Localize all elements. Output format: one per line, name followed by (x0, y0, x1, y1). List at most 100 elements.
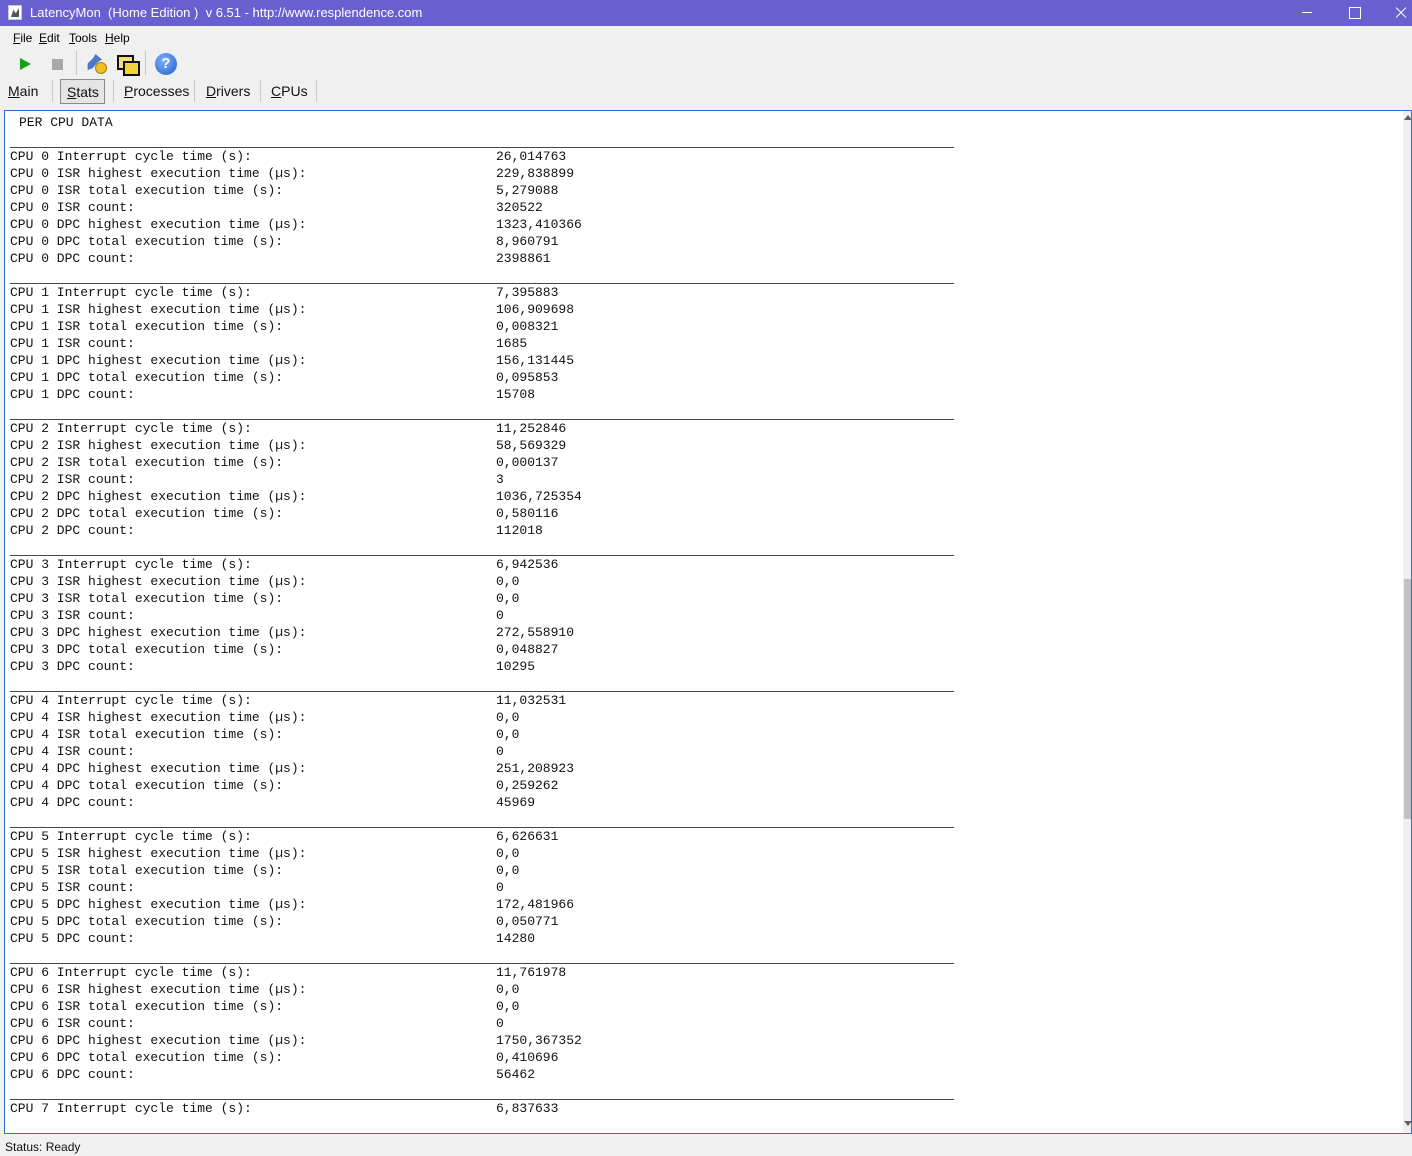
stat-value: 106,909698 (496, 302, 575, 317)
scroll-thumb[interactable] (1404, 579, 1411, 819)
tab-cpus[interactable]: CPUs (271, 79, 308, 104)
stat-label: CPU 0 ISR total execution time (s): (10, 183, 284, 198)
tab-bar: Main Stats Processes Drivers CPUs (0, 79, 1412, 106)
menu-tools[interactable]: Tools (69, 31, 97, 45)
menu-help[interactable]: Help (105, 31, 130, 45)
cpu-block: CPU 3 Interrupt cycle time (s): 6,942536 C… (10, 555, 954, 675)
status-bar: Status: Ready (0, 1137, 1412, 1156)
stop-icon[interactable] (44, 51, 70, 77)
tab-stats[interactable]: Stats (60, 79, 105, 104)
minimize-button[interactable] (1284, 0, 1330, 26)
stat-label: CPU 6 DPC total execution time (s): (10, 1050, 284, 1065)
stat-label: CPU 5 DPC total execution time (s): (10, 914, 284, 929)
stat-row: CPU 0 DPC highest execution time (µs): 13… (10, 216, 954, 233)
stat-value: 1685 (496, 336, 528, 351)
toolbar (0, 49, 1412, 79)
tab-separator (52, 80, 53, 102)
stat-row: CPU 3 Interrupt cycle time (s): 6,942536 (10, 556, 954, 573)
stat-value: 0,0 (496, 999, 520, 1014)
stat-row: CPU 2 ISR highest execution time (µs): 58… (10, 437, 954, 454)
maximize-button[interactable] (1331, 0, 1377, 26)
stat-row: CPU 4 Interrupt cycle time (s): 11,032531 (10, 692, 954, 709)
menu-edit[interactable]: Edit (39, 31, 60, 45)
stat-value: 7,395883 (496, 285, 559, 300)
stat-row: CPU 6 ISR total execution time (s): 0,0 (10, 998, 954, 1015)
stat-value: 0,0 (496, 727, 520, 742)
stat-row: CPU 1 Interrupt cycle time (s): 7,395883 (10, 284, 954, 301)
stat-label: CPU 1 DPC highest execution time (µs): (10, 353, 307, 368)
stat-label: CPU 0 DPC count: (10, 251, 135, 266)
stat-row: CPU 0 ISR highest execution time (µs): 22… (10, 165, 954, 182)
stat-label: CPU 4 Interrupt cycle time (s): (10, 693, 252, 708)
stat-row: CPU 5 DPC total execution time (s): 0,050… (10, 913, 954, 930)
stat-label: CPU 4 ISR count: (10, 744, 135, 759)
stat-value: 58,569329 (496, 438, 567, 453)
stat-value: 56462 (496, 1067, 536, 1082)
stat-value: 0 (496, 608, 504, 623)
tools-icon[interactable] (82, 51, 108, 77)
stat-value: 6,942536 (496, 557, 559, 572)
stat-label: CPU 3 DPC count: (10, 659, 135, 674)
stat-row: CPU 4 DPC total execution time (s): 0,259… (10, 777, 954, 794)
stat-value: 0,008321 (496, 319, 559, 334)
stat-label: CPU 3 ISR highest execution time (µs): (10, 574, 307, 589)
stat-value: 0,0 (496, 982, 520, 997)
stat-row: CPU 0 ISR total execution time (s): 5,279… (10, 182, 954, 199)
tab-main[interactable]: Main (8, 79, 38, 104)
play-icon[interactable] (12, 51, 38, 77)
stat-row: CPU 4 DPC highest execution time (µs): 25… (10, 760, 954, 777)
stat-value: 15708 (496, 387, 536, 402)
stat-label: CPU 0 Interrupt cycle time (s): (10, 149, 252, 164)
stat-row: CPU 4 ISR count: 0 (10, 743, 954, 760)
windows-icon[interactable] (114, 51, 140, 77)
stat-value: 8,960791 (496, 234, 559, 249)
report-heading: PER CPU DATA (19, 115, 113, 130)
stat-label: CPU 6 ISR highest execution time (µs): (10, 982, 307, 997)
stat-value: 0,048827 (496, 642, 559, 657)
stat-row: CPU 0 DPC count: 2398861 (10, 250, 954, 267)
vertical-scrollbar[interactable] (1403, 111, 1411, 1133)
stat-row: CPU 6 DPC total execution time (s): 0,410… (10, 1049, 954, 1066)
stat-row: CPU 7 Interrupt cycle time (s): 6,837633 (10, 1100, 954, 1117)
help-icon[interactable] (153, 51, 179, 77)
tab-processes[interactable]: Processes (124, 79, 189, 104)
stat-value: 0,0 (496, 574, 520, 589)
scroll-up-icon[interactable] (1404, 115, 1411, 120)
stat-row: CPU 5 DPC highest execution time (µs): 17… (10, 896, 954, 913)
stat-label: CPU 5 ISR total execution time (s): (10, 863, 284, 878)
stat-row: CPU 4 ISR highest execution time (µs): 0,… (10, 709, 954, 726)
stat-label: CPU 5 DPC count: (10, 931, 135, 946)
stat-row: CPU 2 Interrupt cycle time (s): 11,252846 (10, 420, 954, 437)
title-bar: LatencyMon (Home Edition ) v 6.51 - http… (0, 0, 1412, 26)
stats-report-panel[interactable]: PER CPU DATA CPU 0 Interrupt cycle time … (4, 110, 1412, 1134)
stat-value: 0,0 (496, 863, 520, 878)
stat-row: CPU 3 ISR count: 0 (10, 607, 954, 624)
stat-value: 45969 (496, 795, 536, 810)
stat-label: CPU 1 ISR highest execution time (µs): (10, 302, 307, 317)
stat-row: CPU 5 ISR total execution time (s): 0,0 (10, 862, 954, 879)
stat-label: CPU 1 DPC count: (10, 387, 135, 402)
scroll-down-icon[interactable] (1404, 1121, 1411, 1126)
app-icon[interactable] (8, 5, 22, 20)
stat-value: 11,032531 (496, 693, 567, 708)
stat-value: 11,761978 (496, 965, 567, 980)
stat-value: 0 (496, 744, 504, 759)
menu-file[interactable]: File (13, 31, 32, 45)
stat-value: 112018 (496, 523, 543, 538)
toolbar-separator (76, 51, 77, 75)
tab-drivers[interactable]: Drivers (206, 79, 250, 104)
stats-report: PER CPU DATA CPU 0 Interrupt cycle time … (10, 114, 954, 1117)
stat-label: CPU 6 DPC count: (10, 1067, 135, 1082)
stat-label: CPU 0 ISR highest execution time (µs): (10, 166, 307, 181)
stat-value: 10295 (496, 659, 536, 674)
stat-value: 3 (496, 472, 504, 487)
stat-value: 1036,725354 (496, 489, 582, 504)
stat-label: CPU 2 Interrupt cycle time (s): (10, 421, 252, 436)
stat-label: CPU 4 DPC count: (10, 795, 135, 810)
stat-row: CPU 1 DPC total execution time (s): 0,095… (10, 369, 954, 386)
stat-row: CPU 2 DPC total execution time (s): 0,580… (10, 505, 954, 522)
stat-value: 0,0 (496, 591, 520, 606)
close-button[interactable] (1377, 0, 1412, 26)
stat-value: 0 (496, 880, 504, 895)
stat-value: 251,208923 (496, 761, 575, 776)
